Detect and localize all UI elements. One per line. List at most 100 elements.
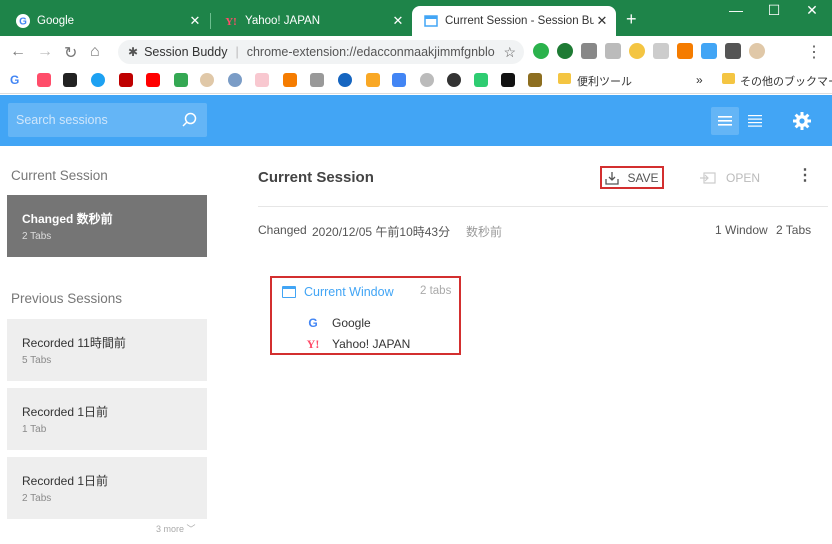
avatar[interactable] <box>749 43 765 59</box>
window-icon <box>282 286 296 298</box>
compact-list-icon <box>748 115 762 127</box>
bookmark-photo-icon[interactable] <box>310 73 324 87</box>
save-button[interactable]: SAVE <box>600 166 664 189</box>
window-tab-count: 2 tabs <box>420 285 452 297</box>
evernote-icon[interactable] <box>533 43 549 59</box>
session-card[interactable]: Recorded 1日前 2 Tabs <box>7 457 207 519</box>
save-label: SAVE <box>627 170 659 185</box>
compact-view-button[interactable] <box>741 107 769 135</box>
session-tab-count: 1 Tab <box>22 424 47 435</box>
bookmark-drive-icon[interactable] <box>174 73 188 87</box>
window-group: Current Window 2 tabs G Google Y! Yahoo!… <box>270 276 461 355</box>
bookmark-pink-icon[interactable] <box>255 73 269 87</box>
google-icon: G <box>308 316 318 330</box>
browser-tab-yahoo[interactable]: Y! Yahoo! JAPAN ✕ <box>212 6 412 36</box>
w-extension-icon[interactable] <box>557 43 573 59</box>
close-icon[interactable]: ✕ <box>594 13 610 29</box>
bookmark-folder-tools[interactable]: 便利ツール <box>577 73 632 89</box>
yahoo-icon: Y! <box>306 336 320 351</box>
tab-link-google[interactable]: G Google <box>306 316 371 330</box>
minimize-button[interactable]: — <box>716 2 756 18</box>
bookmark-ads-icon[interactable] <box>392 73 406 87</box>
bookmark-avatar-icon[interactable] <box>200 73 214 87</box>
svg-text:G: G <box>19 17 27 28</box>
bookmark-black-icon[interactable] <box>501 73 515 87</box>
list-view-button[interactable] <box>711 107 739 135</box>
search-icon[interactable] <box>181 112 197 128</box>
tab-link-title: Google <box>332 316 371 330</box>
bookmark-px-icon[interactable] <box>474 73 488 87</box>
google-icon: G <box>16 14 30 28</box>
bookmarks-bar: G 便利ツール » その他のブックマーク <box>0 66 832 94</box>
bookmark-analytics-icon[interactable] <box>366 73 380 87</box>
yahoo-icon: Y! <box>224 14 238 28</box>
current-session-card[interactable]: Changed 数秒前 2 Tabs <box>7 195 207 257</box>
chart-icon[interactable] <box>677 43 693 59</box>
more-sessions-link[interactable]: 3 more ﹀ <box>156 522 196 535</box>
session-card[interactable]: Recorded 11時間前 5 Tabs <box>7 319 207 381</box>
bookmark-rakuten-icon[interactable] <box>119 73 133 87</box>
bookmark-amazon-icon[interactable] <box>63 73 77 87</box>
current-session-heading: Current Session <box>11 168 108 183</box>
bookmark-wifi-icon[interactable] <box>420 73 434 87</box>
tab-title: Google <box>37 15 75 27</box>
bulb-icon[interactable] <box>629 43 645 59</box>
bookmark-brown-icon[interactable] <box>528 73 542 87</box>
bookmark-star-icon[interactable] <box>283 73 297 87</box>
tab-count: 2 Tabs <box>776 223 812 237</box>
session-buddy-icon[interactable] <box>701 43 717 59</box>
maximize-button[interactable]: ☐ <box>754 2 794 19</box>
save-icon <box>605 171 620 185</box>
bookmark-folder-other[interactable]: その他のブックマーク <box>740 73 832 89</box>
browser-tab-session-buddy[interactable]: Current Session - Session Buddy ✕ <box>412 6 616 36</box>
open-label: OPEN <box>726 171 761 185</box>
browser-menu-button[interactable]: ⋮ <box>806 42 822 62</box>
more-label: 3 more <box>156 524 185 534</box>
open-button[interactable]: OPEN <box>700 168 760 188</box>
chevron-down-icon: ﹀ <box>186 524 196 534</box>
session-tab-count: 5 Tabs <box>22 355 52 366</box>
more-options-button[interactable]: ⋮ <box>797 166 813 186</box>
session-buddy-icon <box>424 14 438 28</box>
bookmark-s-icon[interactable] <box>338 73 352 87</box>
window-title[interactable]: Current Window <box>304 285 394 299</box>
session-title: Changed 数秒前 <box>22 212 113 226</box>
puzzle-icon: ✱ <box>128 45 139 59</box>
puzzle-icon[interactable] <box>725 43 741 59</box>
tab-link-yahoo[interactable]: Y! Yahoo! JAPAN <box>306 336 411 352</box>
bookmark-yahoo-icon[interactable] <box>37 73 51 87</box>
divider <box>258 206 828 207</box>
drive-icon[interactable] <box>581 43 597 59</box>
list-icon <box>718 116 732 126</box>
home-icon[interactable]: ⌂ <box>90 43 100 61</box>
bookmark-bird-icon[interactable] <box>228 73 242 87</box>
back-button[interactable]: ← <box>10 43 26 61</box>
close-icon[interactable]: ✕ <box>187 13 203 29</box>
tab-title: Current Session - Session Buddy <box>445 15 594 27</box>
session-tab-count: 2 Tabs <box>22 493 52 504</box>
browser-toolbar: ← → ↻ ⌂ ✱ Session Buddy | chrome-extensi… <box>0 36 832 66</box>
browser-tab-google[interactable]: G Google ✕ <box>4 6 209 36</box>
reload-button[interactable]: ↻ <box>64 43 77 63</box>
site-name: Session Buddy <box>144 45 228 59</box>
bookmark-youtube-icon[interactable] <box>146 73 160 87</box>
forward-button[interactable]: → <box>37 43 53 61</box>
close-icon[interactable]: ✕ <box>390 13 406 29</box>
search-input[interactable] <box>8 103 178 137</box>
folder-icon <box>722 73 735 84</box>
session-card[interactable]: Recorded 1日前 1 Tab <box>7 388 207 450</box>
search-box <box>8 103 207 137</box>
edit-icon[interactable] <box>653 43 669 59</box>
bookmark-twitter-icon[interactable] <box>91 73 105 87</box>
gear-icon[interactable] <box>792 111 812 131</box>
new-tab-button[interactable]: + <box>626 9 637 30</box>
tab-separator <box>210 13 211 29</box>
rss-icon[interactable] <box>605 43 621 59</box>
address-bar[interactable]: ✱ Session Buddy | chrome-extension://eda… <box>118 40 524 64</box>
bookmarks-overflow-button[interactable]: » <box>696 73 703 87</box>
bookmark-dark-icon[interactable] <box>447 73 461 87</box>
extension-icons <box>533 43 765 59</box>
star-icon[interactable]: ☆ <box>503 44 516 61</box>
close-window-button[interactable]: ✕ <box>792 2 832 19</box>
bookmark-google-icon[interactable]: G <box>10 73 24 87</box>
